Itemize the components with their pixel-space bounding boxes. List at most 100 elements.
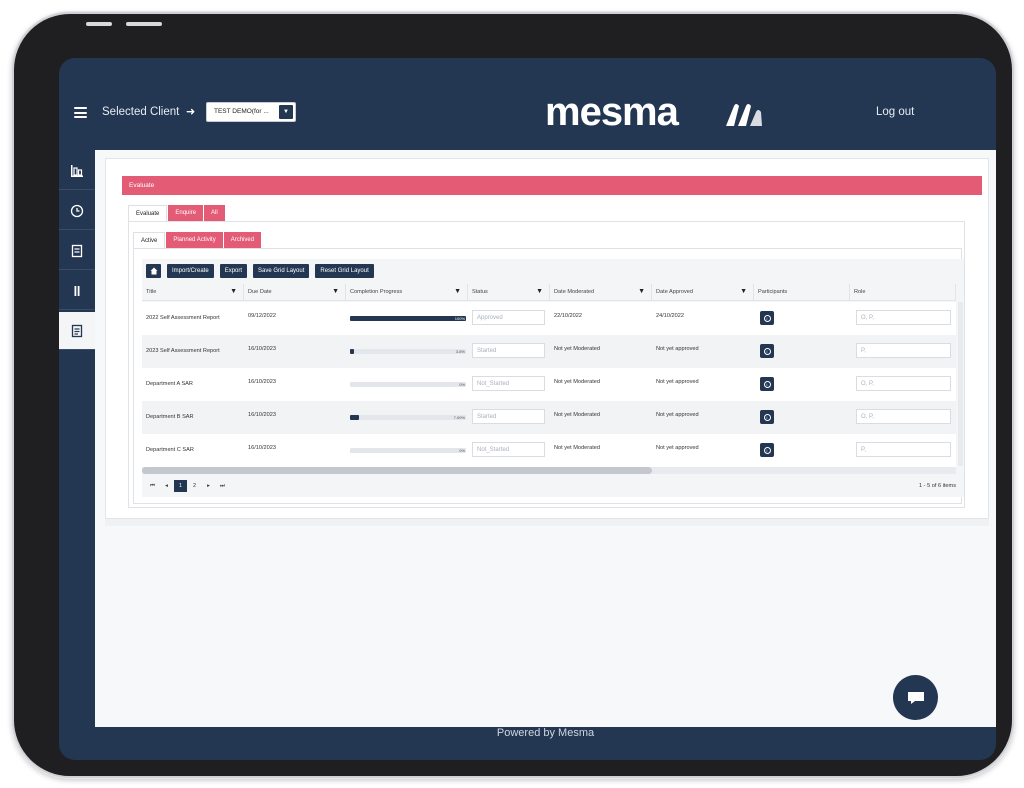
- evaluate-panel: Evaluate Evaluate Enquire All Active Pla…: [105, 158, 996, 527]
- filter-icon[interactable]: ▼: [638, 288, 645, 295]
- home-icon: [150, 267, 157, 275]
- role-field[interactable]: O, P,: [856, 409, 951, 424]
- sidebar-item-pause[interactable]: [59, 272, 95, 310]
- cell-role: P,: [850, 434, 956, 467]
- menu-icon[interactable]: [74, 107, 87, 118]
- filter-icon[interactable]: ▼: [332, 288, 339, 295]
- document-icon: [71, 244, 83, 257]
- save-grid-layout-button[interactable]: Save Grid Layout: [253, 264, 310, 278]
- column-header-status[interactable]: Status ▼: [468, 284, 550, 300]
- tab-enquire[interactable]: Enquire: [168, 205, 204, 221]
- info-icon: i: [763, 314, 771, 322]
- sidebar-item-history[interactable]: [59, 192, 95, 230]
- tab-evaluate[interactable]: Evaluate: [128, 205, 168, 221]
- export-button[interactable]: Export: [219, 264, 248, 278]
- main-content: Evaluate Evaluate Enquire All Active Pla…: [95, 150, 996, 727]
- table-row[interactable]: 2023 Self Assessment Report 16/10/2023 3…: [142, 335, 956, 368]
- cell-title: Department C SAR: [146, 447, 194, 453]
- grid-vertical-scrollbar[interactable]: [958, 302, 963, 466]
- info-icon: i: [763, 347, 771, 355]
- cell-progress: 100%: [346, 302, 468, 335]
- client-select[interactable]: TEST DEMO(for ... ▼: [206, 102, 296, 122]
- participants-button[interactable]: i: [760, 377, 774, 391]
- filter-icon[interactable]: ▼: [230, 288, 237, 295]
- cell-role: O, P,: [850, 302, 956, 335]
- role-field[interactable]: O, P,: [856, 376, 951, 391]
- sidebar-item-dashboard[interactable]: [59, 152, 95, 190]
- table-row[interactable]: 2022 Self Assessment Report 09/12/2022 1…: [142, 302, 956, 335]
- panel-horizontal-scrollbar[interactable]: [105, 518, 989, 526]
- column-label: Due Date: [248, 289, 272, 295]
- column-label: Title: [146, 289, 157, 295]
- status-field: Started: [472, 409, 545, 424]
- cell-date-moderated: Not yet Moderated: [554, 346, 601, 352]
- cell-progress: 0%: [346, 434, 468, 467]
- tab-active[interactable]: Active: [133, 232, 166, 248]
- cell-progress: 3.8%: [346, 335, 468, 368]
- column-header-date-approved[interactable]: Date Approved ▼: [652, 284, 754, 300]
- column-header-date-moderated[interactable]: Date Moderated ▼: [550, 284, 652, 300]
- participants-button[interactable]: i: [760, 344, 774, 358]
- section-title-bar: Evaluate: [122, 176, 982, 195]
- panel-vertical-scrollbar[interactable]: [991, 167, 996, 527]
- logout-link[interactable]: Log out: [876, 106, 914, 118]
- role-field[interactable]: O, P,: [856, 310, 951, 325]
- tab-planned-activity[interactable]: Planned Activity: [166, 232, 223, 248]
- cell-status: Approved: [468, 302, 550, 335]
- filter-icon[interactable]: ▼: [454, 288, 461, 295]
- tab-archived[interactable]: Archived: [223, 232, 262, 248]
- role-field[interactable]: P,: [856, 442, 951, 457]
- table-row[interactable]: Department B SAR 16/10/2023 7.69% Starte…: [142, 401, 956, 434]
- sidebar-item-evaluate[interactable]: [59, 312, 95, 350]
- grid-toolbar: Import/Create Export Save Grid Layout Re…: [146, 264, 380, 278]
- cell-participants: i: [754, 302, 850, 335]
- table-row[interactable]: Department A SAR 16/10/2023 0% Not_Start…: [142, 368, 956, 401]
- app-screen: Selected Client ➜ TEST DEMO(for ... ▼ me…: [59, 58, 996, 760]
- info-icon: i: [763, 380, 771, 388]
- device-top-button: [126, 22, 162, 26]
- home-button[interactable]: [146, 264, 161, 278]
- role-field[interactable]: P,: [856, 343, 951, 358]
- chat-button[interactable]: [893, 675, 938, 720]
- column-header-due-date[interactable]: Due Date ▼: [244, 284, 346, 300]
- cell-role: P,: [850, 335, 956, 368]
- filter-icon[interactable]: ▼: [740, 288, 747, 295]
- scrollbar-thumb[interactable]: [142, 467, 652, 474]
- first-page-icon[interactable]: ⏮: [146, 480, 159, 492]
- next-page-icon[interactable]: ▸: [202, 480, 215, 492]
- participants-button[interactable]: i: [760, 311, 774, 325]
- pagination: ⏮ ◂ 1 2 ▸ ⏭: [146, 480, 230, 492]
- last-page-icon[interactable]: ⏭: [216, 480, 229, 492]
- column-header-title[interactable]: Title ▼: [142, 284, 244, 300]
- tab-all[interactable]: All: [204, 205, 225, 221]
- cell-date-approved: 24/10/2022: [656, 313, 684, 319]
- footer-text: Powered by Mesma: [496, 727, 595, 739]
- prev-page-icon[interactable]: ◂: [160, 480, 173, 492]
- sidebar-item-documents[interactable]: [59, 232, 95, 270]
- reset-grid-layout-button[interactable]: Reset Grid Layout: [315, 264, 374, 278]
- status-field: Not_Started: [472, 376, 545, 391]
- page-button-1[interactable]: 1: [174, 480, 187, 492]
- column-label: Role: [854, 289, 866, 295]
- import-create-button[interactable]: Import/Create: [167, 264, 214, 278]
- cell-date-moderated: Not yet Moderated: [554, 445, 601, 451]
- participants-button[interactable]: i: [760, 410, 774, 424]
- column-header-completion[interactable]: Completion Progress ▼: [346, 284, 468, 300]
- filter-icon[interactable]: ▼: [536, 288, 543, 295]
- primary-tabs: Evaluate Enquire All: [128, 205, 226, 221]
- progress-bar: 7.69%: [350, 415, 466, 420]
- cell-title: 2022 Self Assessment Report: [146, 315, 220, 321]
- grid-horizontal-scrollbar[interactable]: [142, 467, 956, 474]
- column-header-role[interactable]: Role: [850, 284, 956, 300]
- info-icon: i: [763, 413, 771, 421]
- pager-summary: 1 - 5 of 6 items: [919, 483, 956, 489]
- column-header-participants[interactable]: Participants: [754, 284, 850, 300]
- cell-progress: 7.69%: [346, 401, 468, 434]
- page-button-2[interactable]: 2: [188, 480, 201, 492]
- table-row[interactable]: Department C SAR 16/10/2023 0% Not_Start…: [142, 434, 956, 467]
- cell-participants: i: [754, 335, 850, 368]
- participants-button[interactable]: i: [760, 443, 774, 457]
- cell-date-approved: Not yet approved: [656, 379, 699, 385]
- cell-date-moderated: Not yet Moderated: [554, 412, 601, 418]
- column-label: Participants: [758, 289, 788, 295]
